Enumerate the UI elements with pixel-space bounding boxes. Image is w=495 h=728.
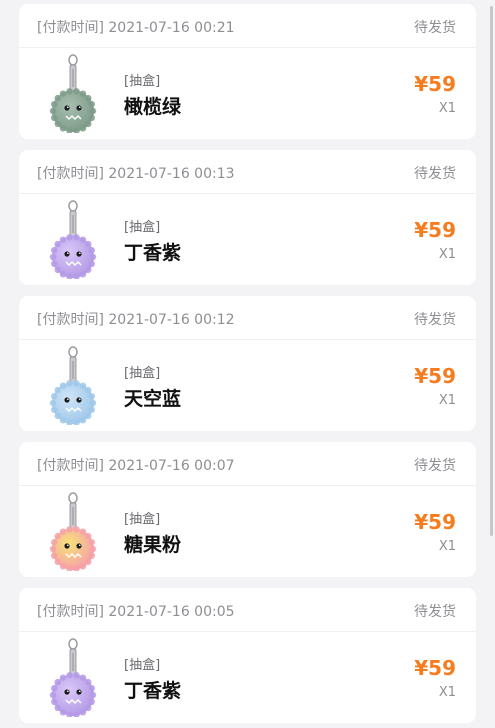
product-quantity: X1 xyxy=(438,393,456,408)
product-tag: [抽盒] xyxy=(124,74,161,89)
order-card-header: [付款时间] 2021-07-16 00:21 待发货 xyxy=(19,4,476,48)
payment-time: [付款时间] 2021-07-16 00:05 xyxy=(37,604,235,620)
order-card[interactable]: [付款时间] 2021-07-16 00:07 待发货 [抽盒] 糖果粉 ¥59… xyxy=(19,442,476,577)
plush-keychain-olive-icon xyxy=(49,54,97,133)
payment-time: [付款时间] 2021-07-16 00:07 xyxy=(37,458,235,474)
product-quantity: X1 xyxy=(438,101,456,116)
product-price: ¥59 xyxy=(414,72,456,96)
product-tag: [抽盒] xyxy=(124,658,161,673)
order-status: 待发货 xyxy=(414,166,456,182)
product-tag: [抽盒] xyxy=(124,366,161,381)
product-quantity: X1 xyxy=(438,685,456,700)
plush-keychain-lilac-icon xyxy=(49,638,97,717)
product-thumbnail[interactable] xyxy=(41,345,105,425)
product-tag: [抽盒] xyxy=(124,512,161,527)
order-card-header: [付款时间] 2021-07-16 00:05 待发货 xyxy=(19,588,476,632)
product-price: ¥59 xyxy=(414,218,456,242)
order-status: 待发货 xyxy=(414,20,456,36)
payment-time: [付款时间] 2021-07-16 00:12 xyxy=(37,312,235,328)
product-name[interactable]: 丁香紫 xyxy=(124,238,181,265)
payment-time: [付款时间] 2021-07-16 00:21 xyxy=(37,20,235,36)
vertical-scrollbar[interactable] xyxy=(490,6,493,536)
plush-keychain-sky-icon xyxy=(49,346,97,425)
product-thumbnail[interactable] xyxy=(41,199,105,279)
product-price: ¥59 xyxy=(414,364,456,388)
product-thumbnail[interactable] xyxy=(41,491,105,571)
plush-keychain-lilac-icon xyxy=(49,200,97,279)
order-status: 待发货 xyxy=(414,604,456,620)
product-quantity: X1 xyxy=(438,247,456,262)
plush-keychain-candy-icon xyxy=(49,492,97,571)
product-thumbnail[interactable] xyxy=(41,637,105,717)
payment-time: [付款时间] 2021-07-16 00:13 xyxy=(37,166,235,182)
product-name[interactable]: 橄榄绿 xyxy=(124,92,181,119)
order-card[interactable]: [付款时间] 2021-07-16 00:12 待发货 [抽盒] 天空蓝 ¥59… xyxy=(19,296,476,431)
product-thumbnail[interactable] xyxy=(41,53,105,133)
order-card[interactable]: [付款时间] 2021-07-16 00:13 待发货 [抽盒] 丁香紫 ¥59… xyxy=(19,150,476,285)
product-name[interactable]: 糖果粉 xyxy=(124,530,181,557)
order-status: 待发货 xyxy=(414,312,456,328)
order-card[interactable]: [付款时间] 2021-07-16 00:05 待发货 [抽盒] 丁香紫 ¥59… xyxy=(19,588,476,723)
order-status: 待发货 xyxy=(414,458,456,474)
product-price: ¥59 xyxy=(414,656,456,680)
product-name[interactable]: 丁香紫 xyxy=(124,676,181,703)
order-card-header: [付款时间] 2021-07-16 00:12 待发货 xyxy=(19,296,476,340)
order-card-header: [付款时间] 2021-07-16 00:13 待发货 xyxy=(19,150,476,194)
product-price: ¥59 xyxy=(414,510,456,534)
product-quantity: X1 xyxy=(438,539,456,554)
product-tag: [抽盒] xyxy=(124,220,161,235)
order-card[interactable]: [付款时间] 2021-07-16 00:21 待发货 [抽盒] 橄榄绿 ¥59… xyxy=(19,4,476,139)
order-card-header: [付款时间] 2021-07-16 00:07 待发货 xyxy=(19,442,476,486)
product-name[interactable]: 天空蓝 xyxy=(124,384,181,411)
